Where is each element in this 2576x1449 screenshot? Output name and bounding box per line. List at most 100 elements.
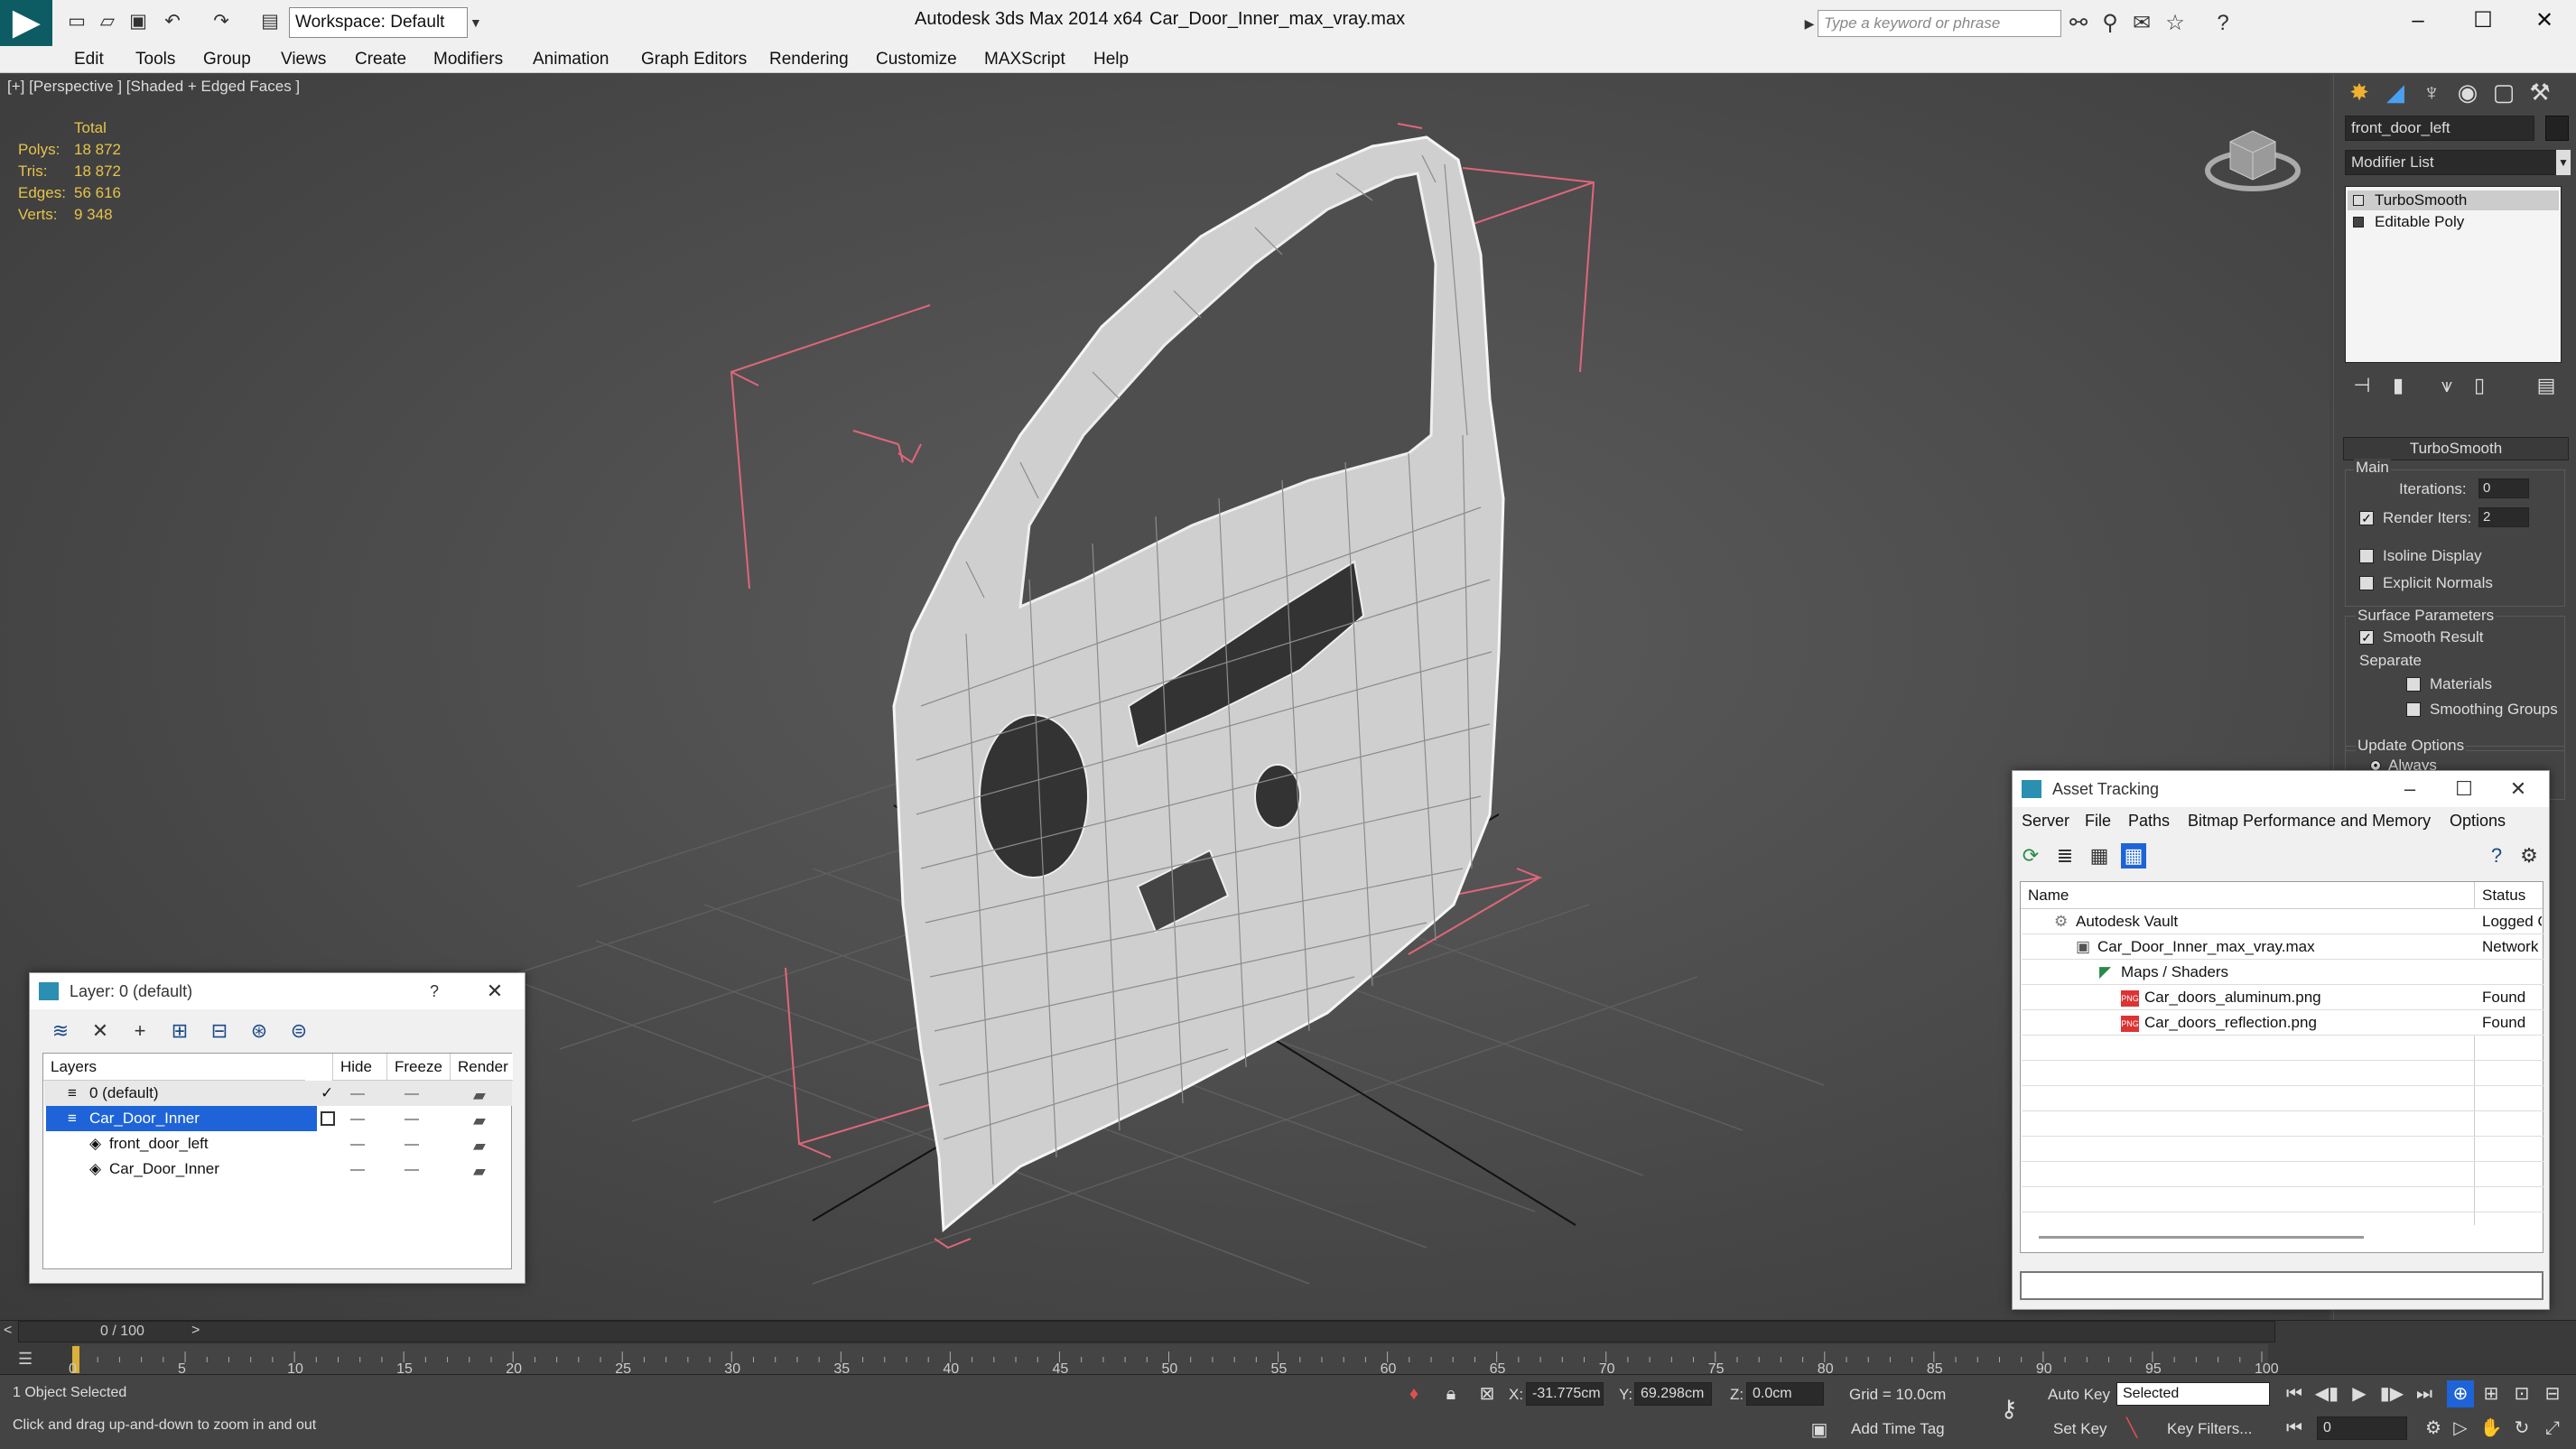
- favorites-icon[interactable]: ☆: [2162, 11, 2188, 36]
- asset-close-button[interactable]: ✕: [2491, 771, 2545, 807]
- freeze-toggle[interactable]: [405, 1093, 419, 1095]
- isoline-display-checkbox[interactable]: [2359, 549, 2374, 563]
- remove-modifier-icon[interactable]: ▯: [2466, 372, 2493, 399]
- asset-row[interactable]: ▣ Car_Door_Inner_max_vray.max Network: [2022, 934, 2543, 960]
- create-tab-icon[interactable]: ✸: [2343, 76, 2376, 108]
- prev-frame-arrow-icon[interactable]: <: [4, 1323, 12, 1339]
- current-layer-checkbox[interactable]: [321, 1111, 335, 1126]
- column-hide[interactable]: Hide: [332, 1054, 386, 1081]
- refresh-icon[interactable]: ⟳: [2018, 843, 2043, 868]
- redo-icon[interactable]: ↷: [209, 10, 233, 33]
- horizontal-scrollbar[interactable]: [2039, 1236, 2364, 1239]
- menu-rendering[interactable]: Rendering: [769, 50, 849, 70]
- time-configuration-icon[interactable]: ⚙: [2420, 1415, 2447, 1442]
- highlight-layer-icon[interactable]: ⊟: [207, 1018, 232, 1044]
- show-end-result-icon[interactable]: ▮: [2385, 372, 2412, 399]
- asset-help-icon[interactable]: ?: [2484, 843, 2509, 868]
- asset-options-icon[interactable]: ⚙: [2516, 843, 2542, 868]
- hierarchy-tab-icon[interactable]: ♆: [2415, 76, 2448, 108]
- render-toggle-icon[interactable]: ▰: [473, 1111, 486, 1130]
- freeze-all-layers-icon[interactable]: ⊜: [286, 1018, 312, 1044]
- iterations-spinner[interactable]: 0: [2478, 478, 2529, 498]
- object-row[interactable]: ◈ front_door_left: [44, 1131, 512, 1156]
- hide-toggle[interactable]: [350, 1119, 365, 1120]
- asset-menu-bitmap-performance[interactable]: Bitmap Performance and Memory: [2188, 812, 2431, 831]
- asset-menu-paths[interactable]: Paths: [2128, 812, 2170, 831]
- new-file-icon[interactable]: ▭: [65, 10, 88, 33]
- key-mode-toggle-icon[interactable]: ⏮: [2281, 1415, 2308, 1442]
- orbit-icon[interactable]: ↻: [2508, 1415, 2535, 1442]
- minimize-button[interactable]: –: [2386, 0, 2450, 41]
- asset-menu-file[interactable]: File: [2085, 812, 2111, 831]
- menu-create[interactable]: Create: [355, 50, 406, 70]
- x-coordinate-field[interactable]: -31.775cm: [1526, 1382, 1604, 1406]
- object-row[interactable]: ◈ Car_Door_Inner: [44, 1156, 512, 1182]
- selection-lock-icon[interactable]: 🔒︎: [1437, 1380, 1465, 1407]
- modifier-list-arrow-icon[interactable]: ▼: [2556, 150, 2571, 175]
- modify-tab-icon[interactable]: ◢: [2379, 76, 2412, 108]
- object-color-swatch[interactable]: [2545, 116, 2569, 141]
- object-name-field[interactable]: front_door_left: [2345, 116, 2534, 141]
- hide-all-layers-icon[interactable]: ⊛: [246, 1018, 272, 1044]
- zoom-extents-icon[interactable]: ⊡: [2508, 1380, 2535, 1407]
- layer-close-button[interactable]: ✕: [468, 973, 522, 1009]
- list-view-icon[interactable]: ≣: [2052, 843, 2078, 868]
- zoom-extents-all-icon[interactable]: ⊟: [2539, 1380, 2566, 1407]
- go-to-start-icon[interactable]: ⏮: [2281, 1380, 2308, 1407]
- modifier-list-dropdown[interactable]: Modifier List: [2345, 150, 2558, 175]
- asset-row[interactable]: PNG Car_doors_aluminum.png Found: [2022, 985, 2543, 1010]
- save-file-icon[interactable]: ▣: [126, 10, 150, 33]
- current-frame-field[interactable]: 0: [2317, 1416, 2407, 1440]
- thumbnail-view-icon[interactable]: ▦: [2087, 843, 2112, 868]
- menu-modifiers[interactable]: Modifiers: [433, 50, 503, 70]
- car-door-wireframe[interactable]: [892, 135, 1505, 1233]
- render-toggle-icon[interactable]: ▰: [473, 1162, 486, 1181]
- workspace-arrow-icon[interactable]: ▼: [470, 7, 488, 38]
- subscription-icon[interactable]: ⚲: [2097, 11, 2123, 36]
- workspace-dropdown[interactable]: Workspace: Default: [289, 7, 468, 38]
- motion-tab-icon[interactable]: ◉: [2451, 76, 2484, 108]
- undo-icon[interactable]: ↶: [161, 10, 184, 33]
- zoom-icon[interactable]: ⊕: [2447, 1380, 2474, 1407]
- key-filter-icon[interactable]: ╲: [2118, 1415, 2145, 1442]
- maximize-viewport-icon[interactable]: ⤢: [2539, 1415, 2566, 1442]
- next-frame-icon[interactable]: ▮▶: [2378, 1380, 2405, 1407]
- layer-row-selected[interactable]: ≡ Car_Door_Inner: [44, 1106, 512, 1131]
- close-button[interactable]: ✕: [2513, 0, 2576, 41]
- key-filters-button[interactable]: Key Filters...: [2167, 1420, 2252, 1438]
- asset-menu-options[interactable]: Options: [2450, 812, 2506, 831]
- app-logo-icon[interactable]: ▶: [0, 0, 52, 46]
- add-time-tag[interactable]: Add Time Tag: [1851, 1420, 1945, 1438]
- asset-row[interactable]: PNG Car_doors_reflection.png Found: [2022, 1010, 2543, 1036]
- column-status[interactable]: Status: [2474, 882, 2543, 909]
- viewcube-icon[interactable]: [2203, 115, 2302, 200]
- stack-item-editable-poly[interactable]: Editable Poly: [2348, 212, 2559, 232]
- asset-maximize-button[interactable]: ☐: [2437, 771, 2491, 807]
- previous-frame-icon[interactable]: ◀▮: [2313, 1380, 2340, 1407]
- hide-toggle[interactable]: [350, 1169, 365, 1171]
- play-icon[interactable]: ▶: [2346, 1380, 2373, 1407]
- layer-row[interactable]: ≡ 0 (default) ✓: [44, 1081, 512, 1106]
- open-file-icon[interactable]: ▱: [96, 10, 119, 33]
- key-mode-dropdown[interactable]: Selected: [2116, 1382, 2270, 1406]
- hide-toggle[interactable]: [350, 1093, 365, 1095]
- turbosmooth-rollout-header[interactable]: TurboSmooth: [2343, 437, 2569, 460]
- asset-menu-server[interactable]: Server: [2022, 812, 2069, 831]
- freeze-toggle[interactable]: [405, 1169, 419, 1171]
- column-freeze[interactable]: Freeze: [386, 1054, 450, 1081]
- display-tab-icon[interactable]: ▢: [2488, 76, 2520, 108]
- smooth-result-checkbox[interactable]: ✓: [2359, 630, 2374, 645]
- go-to-end-icon[interactable]: ⏭: [2411, 1380, 2438, 1407]
- isolate-selection-icon[interactable]: ♦: [1400, 1380, 1427, 1407]
- menu-graph-editors[interactable]: Graph Editors: [641, 50, 747, 70]
- z-coordinate-field[interactable]: 0.0cm: [1746, 1382, 1824, 1406]
- make-unique-icon[interactable]: ⩛: [2433, 372, 2460, 399]
- zoom-all-icon[interactable]: ⊞: [2478, 1380, 2505, 1407]
- time-slider[interactable]: 0 / 100: [18, 1321, 2275, 1342]
- absolute-mode-icon[interactable]: ⊠: [1474, 1380, 1501, 1407]
- binoculars-icon[interactable]: ⚯: [2066, 11, 2091, 36]
- explicit-normals-checkbox[interactable]: [2359, 576, 2374, 590]
- materials-checkbox[interactable]: [2406, 677, 2421, 692]
- utilities-tab-icon[interactable]: ⚒: [2524, 76, 2556, 108]
- asset-row[interactable]: ⚙ Autodesk Vault Logged O: [2022, 909, 2543, 934]
